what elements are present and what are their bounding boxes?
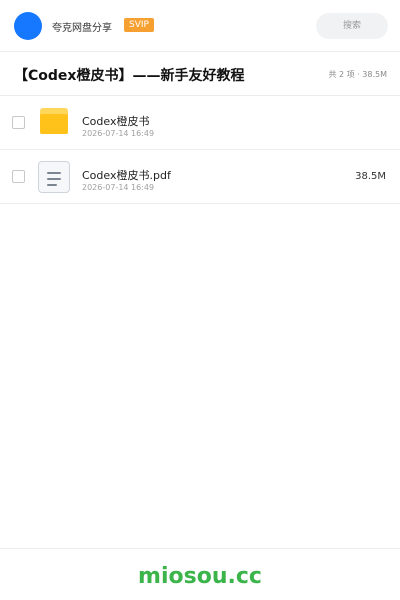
folder-icon [40,108,68,134]
search-button[interactable]: 搜索 [316,13,388,39]
file-name[interactable]: Codex橙皮书.pdf [82,167,171,183]
top-bar: 夸克网盘分享 SVIP 搜索 [0,0,400,52]
avatar[interactable] [14,12,42,40]
row-checkbox[interactable] [12,116,25,129]
vip-badge: SVIP [124,18,154,32]
file-date: 2026-07-14 16:49 [82,183,155,192]
page-title: 【Codex橙皮书】——新手友好教程 [14,68,245,84]
file-name[interactable]: Codex橙皮书 [82,113,149,129]
row-checkbox[interactable] [12,170,25,183]
document-icon [38,161,70,193]
username-label: 夸克网盘分享 [52,23,112,34]
share-title-bar: 【Codex橙皮书】——新手友好教程 共 2 项 · 38.5M [0,52,400,96]
file-summary: 共 2 项 · 38.5M [328,70,387,79]
file-row-pdf[interactable]: Codex橙皮书.pdf 2026-07-14 16:49 38.5M [0,150,400,204]
footer-bar: miosou.cc [0,548,400,600]
site-brand[interactable]: miosou.cc [0,564,400,589]
file-size: 38.5M [355,171,386,182]
file-row-folder[interactable]: Codex橙皮书 2026-07-14 16:49 [0,96,400,150]
file-date: 2026-07-14 16:49 [82,129,155,138]
